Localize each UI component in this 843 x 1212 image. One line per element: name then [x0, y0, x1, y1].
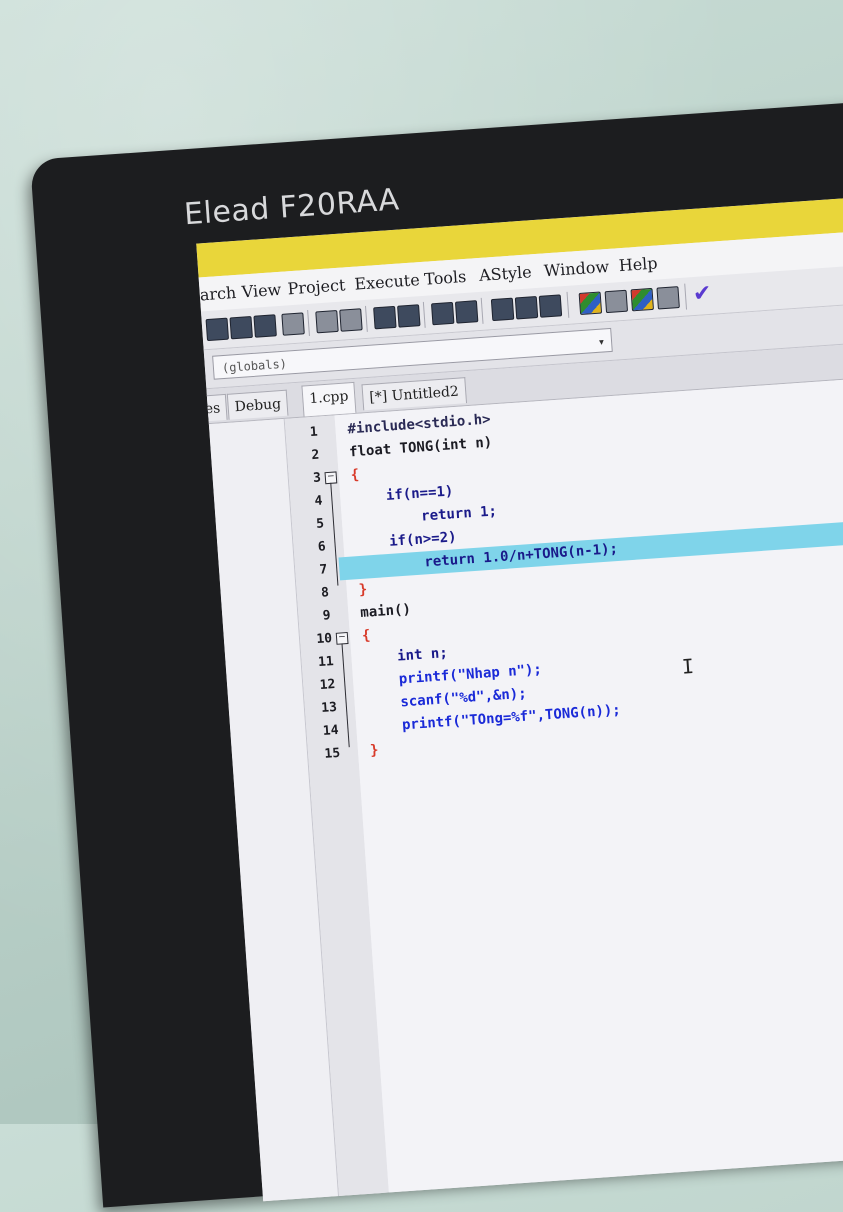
class-icon[interactable] [578, 291, 603, 316]
line-number: 4 [314, 493, 324, 509]
bookmark-icon[interactable] [454, 300, 479, 324]
menu-help[interactable]: Help [618, 254, 658, 276]
layout-icon[interactable] [656, 286, 680, 310]
line-number: 15 [324, 745, 341, 762]
monitor: Elead F20RAA arch View Project Execute T… [30, 97, 843, 1208]
line-number: 9 [322, 608, 332, 624]
toolbar-separator [566, 291, 570, 318]
line-number: 14 [322, 722, 340, 739]
text-cursor-icon: I [681, 653, 695, 679]
run-icon[interactable] [514, 295, 539, 320]
print-icon[interactable] [281, 312, 305, 336]
line-number: 11 [317, 654, 335, 671]
toolbar-separator [307, 309, 310, 336]
line-number: 10 [315, 631, 333, 648]
scope-select-value: (globals) [221, 356, 288, 376]
menu-view[interactable]: View [241, 280, 282, 302]
menu-tools[interactable]: Tools [424, 267, 467, 289]
redo-icon[interactable] [339, 308, 363, 332]
code-editor[interactable]: #include<stdio.h> float TONG(int n) { if… [334, 372, 843, 1194]
menu-search[interactable]: arch [199, 283, 237, 304]
line-number: 12 [319, 676, 336, 694]
window-icon[interactable] [604, 289, 629, 314]
goto-icon[interactable] [430, 301, 455, 326]
tab-file-1cpp[interactable]: 1.cpp [301, 381, 357, 417]
toolbar-separator [684, 283, 688, 310]
tab-debug[interactable]: Debug [226, 389, 289, 420]
menu-execute[interactable]: Execute [354, 270, 421, 294]
line-number: 2 [310, 447, 320, 464]
find-icon[interactable] [373, 305, 397, 330]
line-number: 8 [320, 585, 330, 601]
compile-run-icon[interactable] [538, 294, 563, 318]
line-number: 1 [309, 424, 319, 441]
menu-window[interactable]: Window [543, 257, 609, 280]
line-number: 6 [317, 539, 327, 555]
compile-icon[interactable] [490, 297, 515, 322]
ide-window: arch View Project Execute Tools AStyle W… [196, 191, 843, 1202]
chevron-down-icon[interactable]: ▾ [597, 329, 606, 353]
replace-icon[interactable] [397, 304, 421, 328]
new-file-icon[interactable] [205, 317, 230, 342]
toolbar-separator [364, 305, 368, 332]
check-icon[interactable]: ✔ [692, 281, 713, 307]
toolbar-separator [422, 301, 426, 328]
undo-icon[interactable] [315, 309, 339, 334]
tab-file-untitled2[interactable]: [*] Untitled2 [361, 377, 467, 411]
menu-astyle[interactable]: AStyle [478, 262, 532, 285]
line-number: 7 [318, 562, 328, 578]
open-icon[interactable] [229, 315, 253, 340]
save-icon[interactable] [253, 314, 277, 338]
line-number: 3 [312, 470, 322, 487]
menu-project[interactable]: Project [287, 275, 346, 298]
color-grid-icon[interactable] [630, 287, 654, 312]
line-number: 5 [315, 516, 325, 532]
toolbar-separator [480, 297, 484, 324]
line-number: 13 [320, 699, 338, 716]
